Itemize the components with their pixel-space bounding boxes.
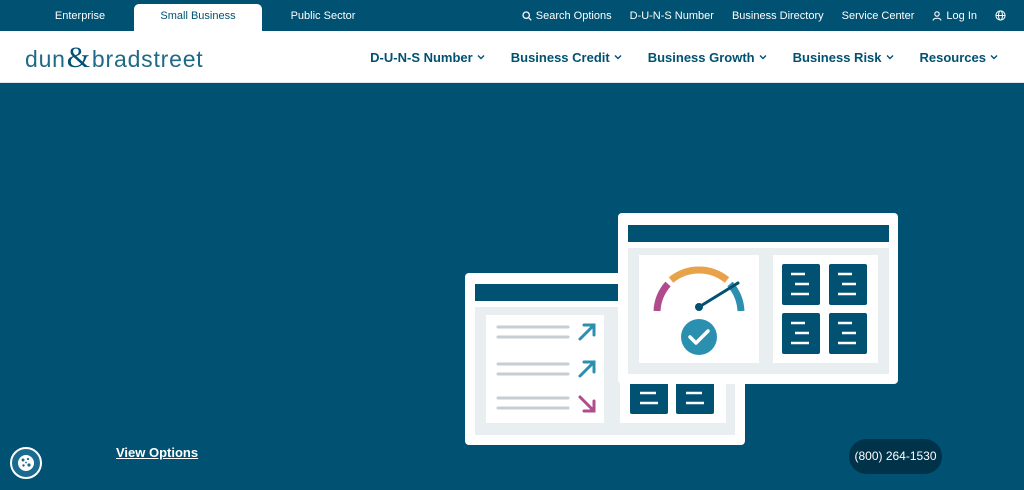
tab-small-business[interactable]: Small Business bbox=[134, 4, 262, 31]
utility-bar: Enterprise Small Business Public Sector … bbox=[0, 0, 1024, 31]
nav-business-credit-label: Business Credit bbox=[510, 49, 610, 65]
primary-nav: D-U-N-S Number Business Credit Business … bbox=[370, 31, 998, 83]
cookie-settings-button[interactable] bbox=[10, 447, 42, 479]
chevron-down-icon bbox=[477, 55, 485, 60]
language-button[interactable] bbox=[995, 10, 1006, 21]
nav-business-risk-label: Business Risk bbox=[792, 49, 882, 65]
user-icon bbox=[932, 10, 942, 21]
service-center-label: Service Center bbox=[841, 9, 915, 22]
nav-resources-label: Resources bbox=[919, 49, 986, 65]
phone-number-button[interactable]: (800) 264-1530 bbox=[849, 439, 942, 474]
front-window bbox=[618, 213, 898, 384]
dnb-logo[interactable]: dun&bradstreet bbox=[25, 41, 203, 75]
duns-number-link[interactable]: D-U-N-S Number bbox=[630, 10, 714, 22]
dashboard-illustration bbox=[465, 213, 898, 445]
globe-icon bbox=[995, 10, 1006, 21]
tab-public-sector[interactable]: Public Sector bbox=[262, 4, 384, 31]
search-options-link[interactable]: Search Options bbox=[522, 10, 612, 22]
nav-business-risk[interactable]: Business Risk bbox=[793, 50, 894, 65]
view-options-link[interactable]: View Options bbox=[116, 445, 198, 460]
log-in-link[interactable]: Log In bbox=[932, 10, 977, 22]
logo-text-dun: dun bbox=[25, 46, 66, 72]
logo-ampersand: & bbox=[66, 41, 91, 74]
main-nav: dun&bradstreet D-U-N-S Number Business C… bbox=[0, 31, 1024, 83]
chevron-down-icon bbox=[759, 55, 767, 60]
chevron-down-icon bbox=[614, 55, 622, 60]
nav-business-credit[interactable]: Business Credit bbox=[511, 50, 622, 65]
cookie-icon bbox=[18, 455, 34, 471]
nav-duns-number[interactable]: D-U-N-S Number bbox=[370, 50, 485, 65]
tab-enterprise[interactable]: Enterprise bbox=[26, 4, 134, 31]
nav-duns-number-label: D-U-N-S Number bbox=[370, 49, 473, 65]
logo-text-bradstreet: bradstreet bbox=[91, 46, 204, 72]
nav-resources[interactable]: Resources bbox=[920, 50, 998, 65]
search-options-label: Search Options bbox=[535, 9, 612, 22]
log-in-label: Log In bbox=[946, 9, 977, 22]
chevron-down-icon bbox=[990, 55, 998, 60]
nav-business-growth-label: Business Growth bbox=[647, 49, 755, 65]
search-icon bbox=[522, 10, 532, 21]
business-directory-label: Business Directory bbox=[731, 9, 824, 22]
checkmark-icon bbox=[681, 319, 717, 355]
business-directory-link[interactable]: Business Directory bbox=[732, 10, 824, 22]
nav-business-growth[interactable]: Business Growth bbox=[648, 50, 767, 65]
service-center-link[interactable]: Service Center bbox=[842, 10, 915, 22]
chevron-down-icon bbox=[886, 55, 894, 60]
utility-links: Search Options D-U-N-S Number Business D… bbox=[522, 0, 1006, 31]
duns-number-label: D-U-N-S Number bbox=[629, 9, 714, 22]
